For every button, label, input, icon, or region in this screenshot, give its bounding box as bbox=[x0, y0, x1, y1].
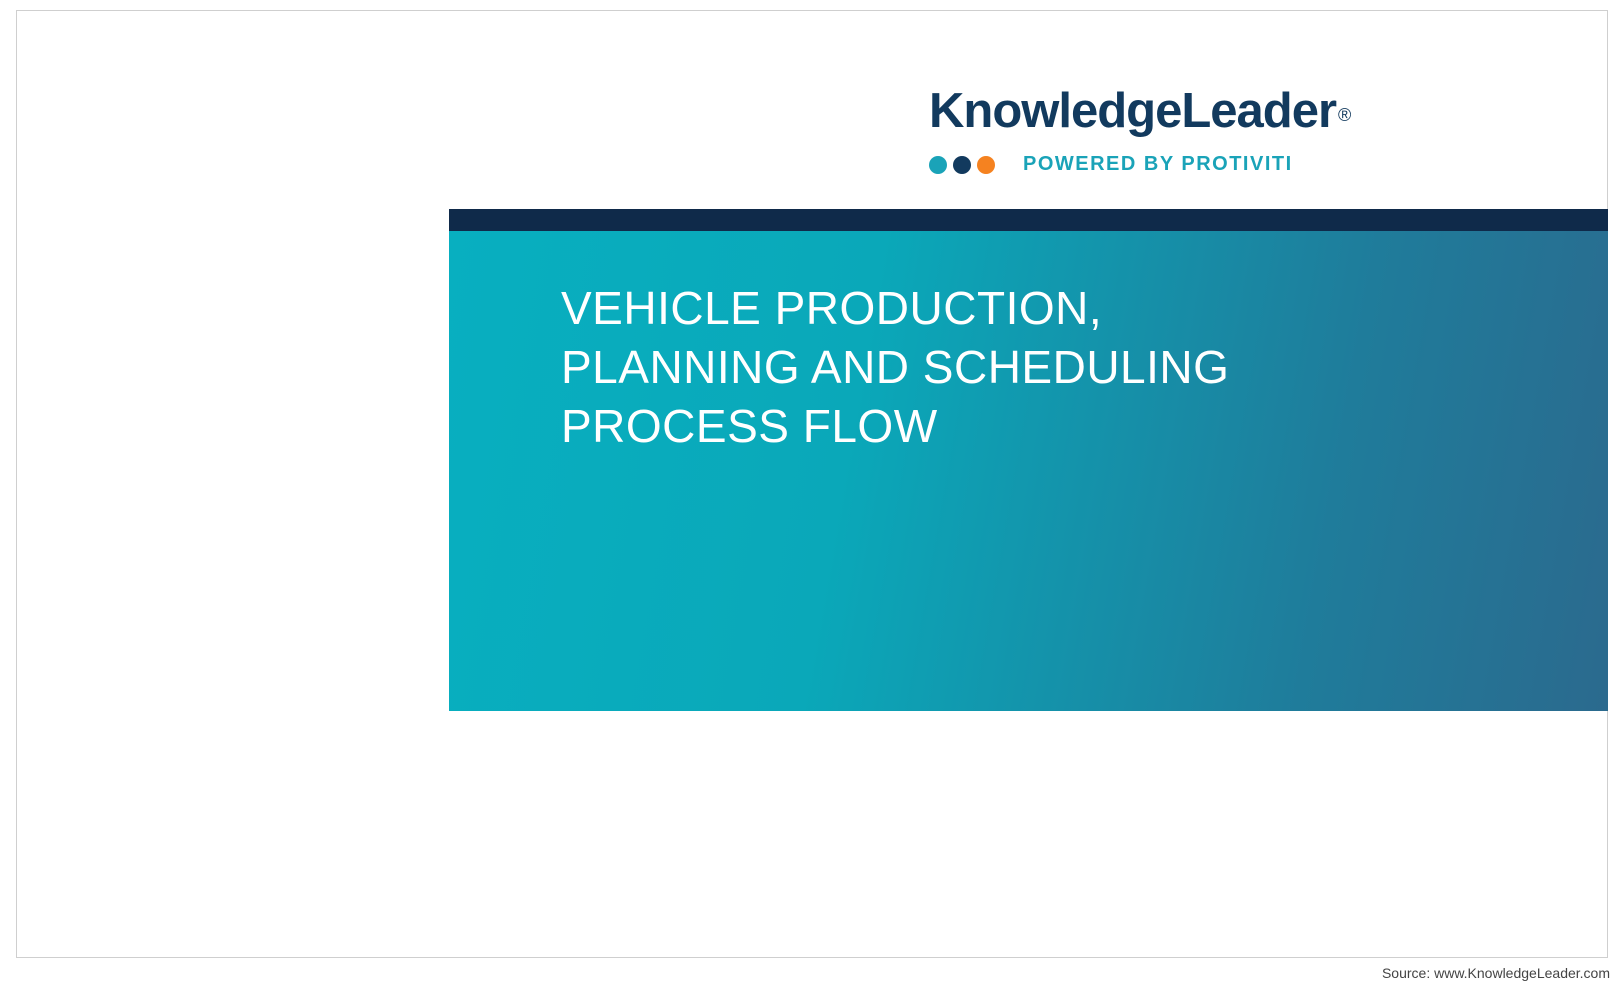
brand-name: KnowledgeLeader bbox=[929, 84, 1336, 138]
dot-icon bbox=[953, 156, 971, 174]
logo-block: KnowledgeLeader® POWERED BY PROTIVITI bbox=[929, 83, 1559, 176]
title-accent-bar bbox=[449, 209, 1608, 231]
brand-dots bbox=[929, 156, 995, 174]
registered-mark: ® bbox=[1338, 105, 1351, 125]
slide-frame: KnowledgeLeader® POWERED BY PROTIVITI VE… bbox=[16, 10, 1608, 958]
title-line-2: PLANNING AND SCHEDULING bbox=[561, 338, 1229, 397]
dot-icon bbox=[977, 156, 995, 174]
brand-tagline: POWERED BY PROTIVITI bbox=[1023, 153, 1293, 176]
title-line-1: VEHICLE PRODUCTION, bbox=[561, 279, 1229, 338]
title-line-3: PROCESS FLOW bbox=[561, 397, 1229, 456]
source-attribution: Source: www.KnowledgeLeader.com bbox=[1382, 965, 1610, 981]
logo-subline-row: POWERED BY PROTIVITI bbox=[929, 153, 1559, 176]
title-panel: VEHICLE PRODUCTION, PLANNING AND SCHEDUL… bbox=[449, 231, 1608, 711]
slide-title: VEHICLE PRODUCTION, PLANNING AND SCHEDUL… bbox=[561, 279, 1229, 456]
dot-icon bbox=[929, 156, 947, 174]
logo-line: KnowledgeLeader® bbox=[929, 83, 1559, 139]
